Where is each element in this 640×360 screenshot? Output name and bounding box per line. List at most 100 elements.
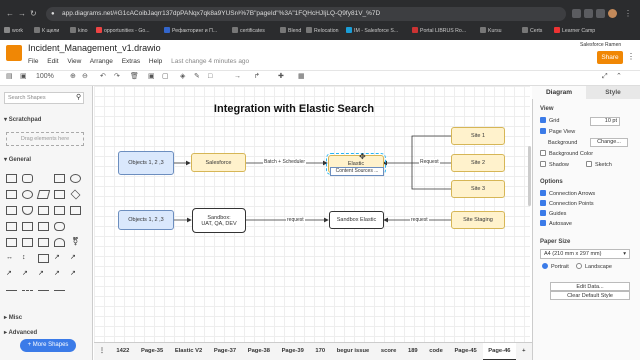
sidebar-toggle-icon[interactable]: ▤ bbox=[6, 72, 13, 82]
cloud-shape[interactable] bbox=[54, 206, 65, 215]
node-sandbox[interactable]: Sandbox: UAT, QA, DEV bbox=[192, 208, 246, 233]
shadow-option[interactable]: Shadow bbox=[540, 161, 569, 169]
menu-help[interactable]: Help bbox=[149, 58, 162, 65]
reload-icon[interactable]: ↻ bbox=[30, 8, 37, 20]
zoom-out-icon[interactable]: ⊖ bbox=[82, 72, 88, 82]
page-tab[interactable]: score bbox=[376, 343, 401, 359]
or-shape[interactable] bbox=[54, 238, 65, 247]
rectangle-shape[interactable] bbox=[6, 174, 17, 183]
fill-color-icon[interactable]: ◈ bbox=[180, 72, 185, 82]
forward-icon[interactable]: → bbox=[18, 8, 26, 20]
bookmark[interactable]: certificates bbox=[232, 26, 265, 36]
guides-option[interactable]: Guides bbox=[540, 210, 566, 218]
menu-extras[interactable]: Extras bbox=[122, 58, 140, 65]
edge-label-request-staging[interactable]: request bbox=[410, 217, 429, 223]
landscape-radio[interactable]: Landscape bbox=[576, 263, 612, 271]
tab-menu-icon[interactable]: ⋮ bbox=[94, 343, 110, 359]
search-icon[interactable]: ⚲ bbox=[76, 93, 81, 101]
arrow-left-right-icon[interactable]: ↔ bbox=[6, 254, 17, 263]
table-icon[interactable]: ▦ bbox=[298, 72, 305, 82]
edge-label-batch[interactable]: Batch + Scheduler bbox=[263, 159, 306, 165]
hexagon-shape[interactable] bbox=[6, 206, 17, 215]
back-icon[interactable]: ← bbox=[6, 8, 14, 20]
node-site1[interactable]: Site 1 bbox=[451, 127, 505, 145]
triangle-shape[interactable] bbox=[38, 206, 49, 215]
page-tab-active[interactable]: Page-46 bbox=[483, 343, 516, 360]
horizontal-line-shape[interactable] bbox=[6, 290, 17, 291]
bookmark[interactable]: IM - Salesforce S... bbox=[346, 26, 398, 36]
node-sandbox-elastic[interactable]: Sandbox Elastic bbox=[329, 211, 384, 229]
waypoints-icon[interactable]: ↱ bbox=[254, 72, 260, 82]
paper-size-select[interactable]: A4 (210 mm x 297 mm) ▾ bbox=[540, 249, 630, 259]
tape-shape[interactable] bbox=[70, 222, 81, 231]
page-tab[interactable]: Page-45 bbox=[449, 343, 481, 359]
grid-option[interactable]: Grid bbox=[540, 117, 559, 125]
profile-avatar[interactable] bbox=[608, 9, 617, 18]
node-objects[interactable]: Objects 1, 2 ,3 bbox=[118, 151, 174, 175]
diagram-canvas[interactable]: Integration with Elastic Search Objects … bbox=[94, 86, 531, 342]
bookmark[interactable]: Relocation bbox=[306, 26, 339, 36]
bookmark[interactable]: opportunities - Go... bbox=[96, 26, 150, 36]
ellipse-shape[interactable] bbox=[70, 174, 81, 183]
bookmark[interactable]: Kursu bbox=[480, 26, 502, 36]
page-tab[interactable]: Page-38 bbox=[243, 343, 275, 359]
dotted-line-icon[interactable]: ↗ bbox=[54, 270, 65, 279]
page-tab[interactable]: Page-37 bbox=[209, 343, 241, 359]
page-tab[interactable]: 189 bbox=[403, 343, 423, 359]
background-color-option[interactable]: Background Color bbox=[540, 150, 593, 158]
connection-points-option[interactable]: Connection Points bbox=[540, 200, 594, 208]
browser-menu-icon[interactable]: ⋮ bbox=[624, 8, 632, 20]
tab-style[interactable]: Style bbox=[586, 86, 640, 99]
document-shape[interactable] bbox=[70, 206, 81, 215]
zoom-in-icon[interactable]: ⊕ bbox=[70, 72, 76, 82]
menu-file[interactable]: File bbox=[28, 58, 38, 65]
misc-header[interactable]: ▸ Misc bbox=[4, 314, 22, 321]
portrait-radio[interactable]: Portrait bbox=[542, 263, 569, 271]
note-shape[interactable] bbox=[6, 238, 17, 247]
more-icon[interactable]: ⋮ bbox=[627, 52, 635, 61]
extension-icon[interactable] bbox=[596, 9, 605, 18]
rounded-rect-shape[interactable] bbox=[22, 174, 33, 183]
content-sources-label[interactable]: Content Sources ... bbox=[330, 167, 384, 176]
more-shapes-button[interactable]: + More Shapes bbox=[20, 339, 76, 352]
edit-data-button[interactable]: Edit Data... bbox=[550, 282, 630, 291]
page-tab[interactable]: begur issue bbox=[332, 343, 375, 359]
change-background-button[interactable]: Change... bbox=[590, 138, 628, 147]
callout-shape[interactable] bbox=[22, 238, 33, 247]
undo-icon[interactable]: ↶ bbox=[100, 72, 106, 82]
step-shape[interactable] bbox=[54, 222, 65, 231]
page-tab[interactable]: Page-35 bbox=[136, 343, 168, 359]
bookmark[interactable]: Blend bbox=[280, 26, 301, 36]
general-header[interactable]: ▾ General bbox=[4, 156, 31, 163]
internal-storage-shape[interactable] bbox=[22, 222, 33, 231]
textbox-shape[interactable] bbox=[54, 174, 65, 183]
bookmark[interactable]: Portal LIBRUS Ro... bbox=[412, 26, 466, 36]
insert-icon[interactable]: ✚ bbox=[278, 72, 284, 82]
zoom-level[interactable]: 100% bbox=[36, 72, 54, 82]
scratchpad-header[interactable]: ▾ Scratchpad bbox=[4, 116, 41, 123]
edge-label-request[interactable]: Request bbox=[419, 159, 440, 165]
page-tab[interactable]: 170 bbox=[310, 343, 330, 359]
menu-arrange[interactable]: Arrange bbox=[90, 58, 113, 65]
extension-icon[interactable] bbox=[584, 9, 593, 18]
container-shape[interactable] bbox=[38, 254, 49, 263]
file-title[interactable]: Incident_Management_v1.drawio bbox=[28, 43, 161, 53]
link-shape[interactable] bbox=[38, 290, 49, 291]
circle-shape[interactable] bbox=[22, 190, 33, 199]
trapezoid-shape[interactable] bbox=[38, 238, 49, 247]
search-shapes-input[interactable]: Search Shapes bbox=[4, 92, 84, 104]
square-shape[interactable] bbox=[6, 190, 17, 199]
diagram-title[interactable]: Integration with Elastic Search bbox=[94, 103, 494, 115]
line-icon[interactable]: ↗ bbox=[22, 270, 33, 279]
grid-size-input[interactable]: 10 pt bbox=[590, 117, 620, 126]
edge-shape[interactable] bbox=[54, 290, 65, 291]
node-site3[interactable]: Site 3 bbox=[451, 180, 505, 198]
format-toggle-icon[interactable]: ▣ bbox=[20, 72, 27, 82]
card-shape[interactable] bbox=[6, 222, 17, 231]
menu-view[interactable]: View bbox=[67, 58, 81, 65]
clear-default-style-button[interactable]: Clear Default Style bbox=[550, 291, 630, 300]
to-back-icon[interactable]: ▢ bbox=[162, 72, 169, 82]
fullscreen-icon[interactable]: ⤢ bbox=[602, 72, 608, 82]
arrow-icon[interactable]: ↗ bbox=[6, 270, 17, 279]
arrow-up-down-icon[interactable]: ↕ bbox=[22, 254, 33, 263]
